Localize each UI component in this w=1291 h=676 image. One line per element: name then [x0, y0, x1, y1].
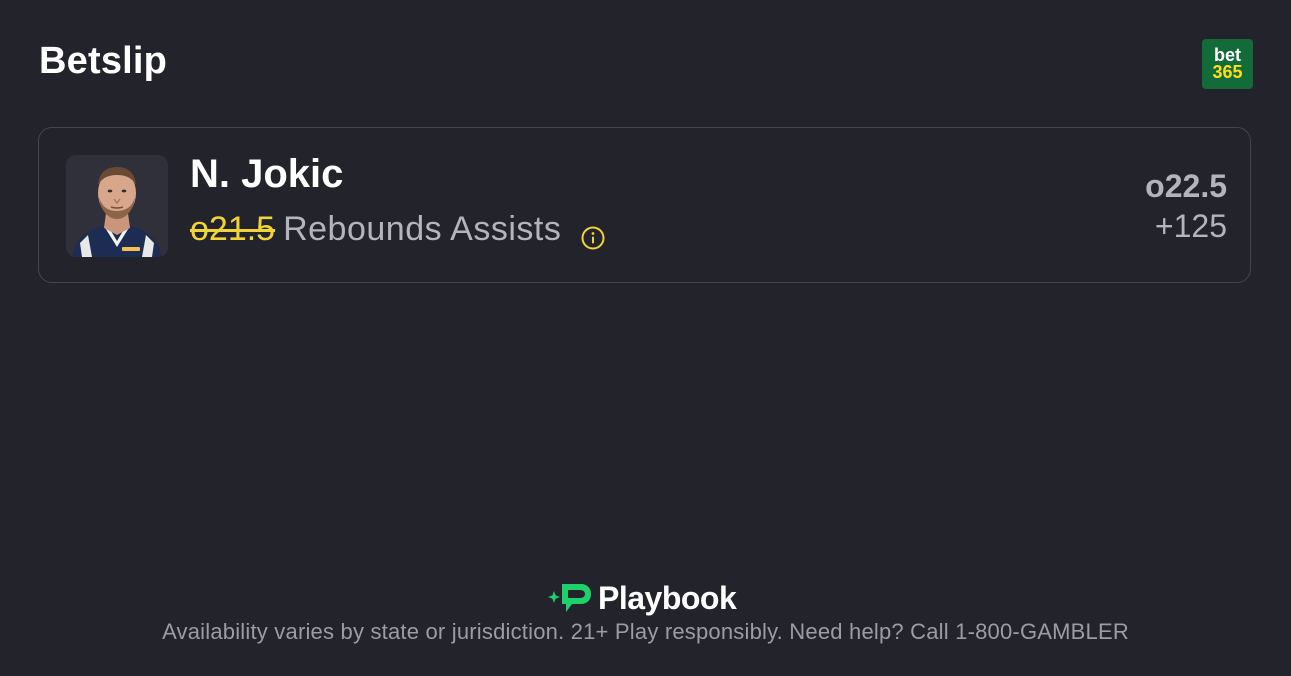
- odds-value: +125: [1154, 208, 1227, 244]
- sportsbook-logo-line2: 365: [1212, 62, 1243, 82]
- player-name: N. Jokic: [190, 152, 344, 196]
- info-circle-icon[interactable]: [581, 220, 605, 249]
- player-avatar: [66, 155, 168, 257]
- playbook-logo: Playbook: [548, 580, 737, 617]
- bet-line-row: o21.5 Rebounds Assists: [190, 210, 605, 249]
- player-photo-icon: [66, 155, 168, 257]
- sportsbook-logo: bet 365: [1202, 39, 1253, 89]
- new-line-value: o22.5: [1145, 168, 1227, 204]
- bet-card[interactable]: N. Jokic o21.5 Rebounds Assists o22.5 +1…: [38, 127, 1251, 283]
- playbook-brand-text: Playbook: [598, 580, 737, 616]
- betslip-page: Betslip bet 365 N. Jokic o21.5 Rebounds …: [0, 0, 1291, 676]
- responsible-gambling-disclaimer: Availability varies by state or jurisdic…: [162, 619, 1129, 644]
- market-label: Rebounds Assists: [283, 210, 562, 248]
- page-title: Betslip: [39, 40, 168, 82]
- old-line-value: o21.5: [190, 210, 276, 248]
- playbook-mark-icon: [548, 583, 591, 612]
